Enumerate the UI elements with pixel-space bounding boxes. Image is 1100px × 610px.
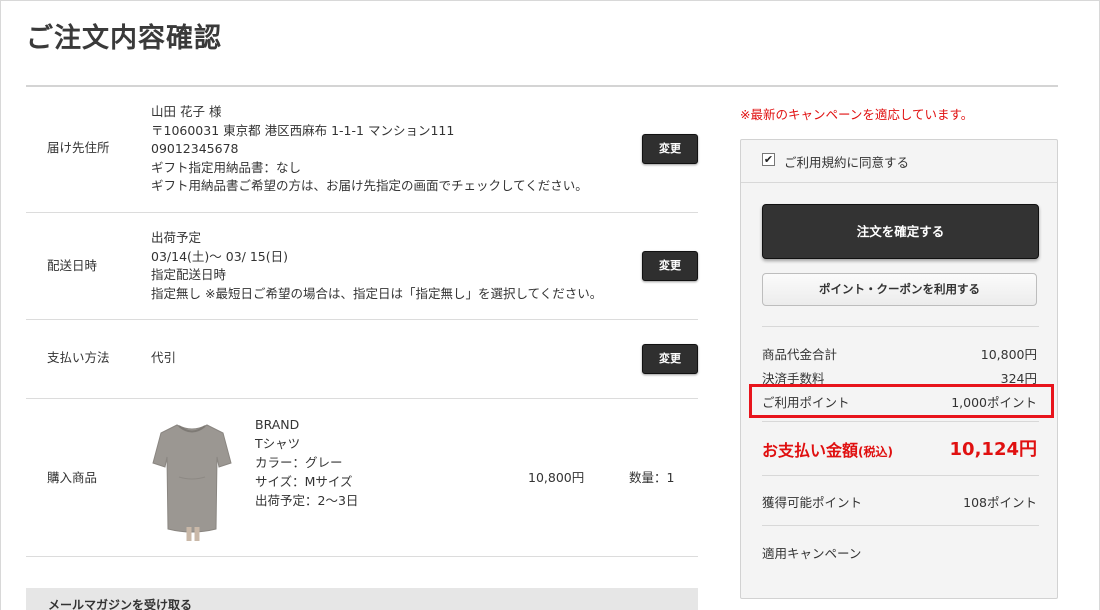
delivery-address-label: 届け先住所 [47,140,110,155]
newsletter-section[interactable]: メールマガジンを受け取る [26,588,698,610]
order-panel: ✔ ご利用規約に同意する 注文を確定する ポイント・クーポンを利用する 商品代金… [740,139,1058,599]
shipping-date-row: 配送日時 出荷予定 03/14(土)～ 03/ 15(日) 指定配送日時 指定無… [26,213,698,320]
product-size: サイズ：Mサイズ [255,474,353,489]
divider [762,475,1039,476]
shipping-date-label: 配送日時 [47,258,98,273]
change-payment-button[interactable]: 変更 [642,344,698,374]
earn-points-label: 獲得可能ポイント [762,495,863,510]
earn-points-value: 108ポイント [963,495,1037,510]
product-row: 購入商品 BRAND Tシャツ カラー：グレー サイズ：Mサイズ 出荷予定：2～… [26,399,698,557]
newsletter-label: メールマガジンを受け取る [48,598,193,610]
points-used-value: 1,000ポイント [951,395,1037,410]
product-details: BRAND Tシャツ カラー：グレー サイズ：Mサイズ 出荷予定：2～3日 [255,415,358,510]
checkmark-icon[interactable]: ✔ [762,153,775,166]
divider [762,525,1039,526]
total-tax-note: (税込) [858,445,893,459]
use-points-coupon-button[interactable]: ポイント・クーポンを利用する [762,273,1037,306]
gift-note: ギフト用納品書ご希望の方は、お届け先指定の画面でチェックしてください。 [151,178,588,193]
change-shipping-button[interactable]: 変更 [642,251,698,281]
campaign-line: 適用キャンペーン [762,543,1039,562]
shipping-plan-dates: 03/14(土)～ 03/ 15(日) [151,248,288,264]
divider [762,326,1039,327]
product-name: Tシャツ [255,436,301,451]
shipping-plan-heading: 出荷予定 [151,230,202,245]
product-ship: 出荷予定：2～3日 [255,493,359,508]
change-address-button[interactable]: 変更 [642,134,698,164]
delivery-address-value: 山田 花子 様 〒1060031 東京都 港区西麻布 1-1-1 マンション11… [151,103,588,196]
payment-method-row: 支払い方法 代引 変更 [26,320,698,399]
gift-slip: ギフト指定用納品書：なし [151,159,302,175]
divider [762,421,1039,422]
confirm-order-button[interactable]: 注文を確定する [762,204,1039,259]
terms-label: ご利用規約に同意する [784,155,910,170]
earn-points-line: 獲得可能ポイント 108ポイント [762,492,1039,511]
shipping-date-value: 出荷予定 03/14(土)～ 03/ 15(日) 指定配送日時 指定無し ※最短… [151,229,602,303]
total-line: お支払い金額(税込) 10,124円 [762,437,1039,461]
delivery-date-note: 指定無し ※最短日ご希望の場合は、指定日は「指定無し」を選択してください。 [151,285,603,301]
recipient-phone: 09012345678 [151,141,239,156]
recipient-name: 山田 花子 様 [151,104,222,119]
payment-method-label: 支払い方法 [47,350,110,365]
product-color: カラー：グレー [255,455,343,470]
delivery-address-row: 届け先住所 山田 花子 様 〒1060031 東京都 港区西麻布 1-1-1 マ… [26,87,698,213]
product-brand: BRAND [255,417,300,432]
points-used-label: ご利用ポイント [762,395,850,410]
product-label: 購入商品 [47,470,98,485]
product-quantity: 数量：1 [629,470,675,485]
points-used-line: ご利用ポイント 1,000ポイント [762,392,1039,411]
page-title: ご注文内容確認 [26,23,222,54]
order-summary: 届け先住所 山田 花子 様 〒1060031 東京都 港区西麻布 1-1-1 マ… [26,87,698,557]
campaign-label: 適用キャンペーン [762,546,862,561]
product-price: 10,800円 [528,470,585,485]
tshirt-icon [149,417,235,541]
campaign-notice: ※最新のキャンペーンを適応しています。 [740,107,974,122]
subtotal-value: 10,800円 [980,347,1037,362]
payment-method-value: 代引 [151,350,177,365]
total-value: 10,124円 [949,439,1037,460]
subtotal-label: 商品代金合計 [762,347,838,362]
recipient-address: 〒1060031 東京都 港区西麻布 1-1-1 マンション111 [151,122,455,138]
subtotal-line: 商品代金合計 10,800円 [762,344,1039,363]
total-label: お支払い金額 [762,441,859,460]
delivery-date-heading: 指定配送日時 [151,267,227,282]
terms-agreement[interactable]: ✔ ご利用規約に同意する [741,140,1057,183]
